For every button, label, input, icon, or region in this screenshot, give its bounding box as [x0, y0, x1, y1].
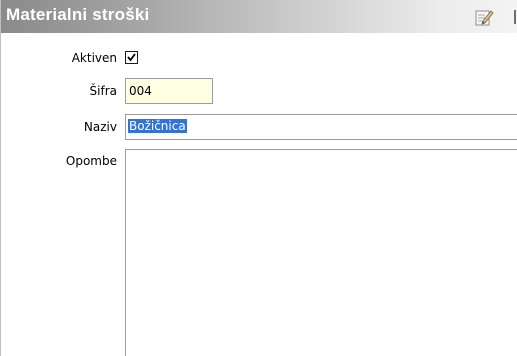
naziv-selected-text: Božičnica — [128, 119, 187, 133]
opombe-label: Opombe — [65, 154, 117, 168]
sifra-label: Šifra — [89, 84, 117, 98]
panel-title: Materialni stroški — [6, 5, 150, 24]
materialni-stroski-panel: Materialni stroški Aktiven Šifra 004 Naz… — [0, 0, 517, 356]
naziv-label: Naziv — [83, 120, 117, 134]
opombe-textarea[interactable] — [125, 149, 517, 356]
sifra-value: 004 — [129, 84, 152, 98]
aktiven-checkbox[interactable] — [125, 51, 138, 64]
panel-titlebar: Materialni stroški — [1, 0, 517, 33]
pencil-edit-icon[interactable] — [474, 7, 494, 27]
checkmark-icon — [127, 53, 136, 62]
more-icon[interactable] — [512, 9, 517, 25]
naziv-input[interactable]: Božičnica — [125, 114, 517, 140]
sifra-input[interactable]: 004 — [125, 78, 213, 104]
aktiven-label: Aktiven — [71, 51, 117, 65]
